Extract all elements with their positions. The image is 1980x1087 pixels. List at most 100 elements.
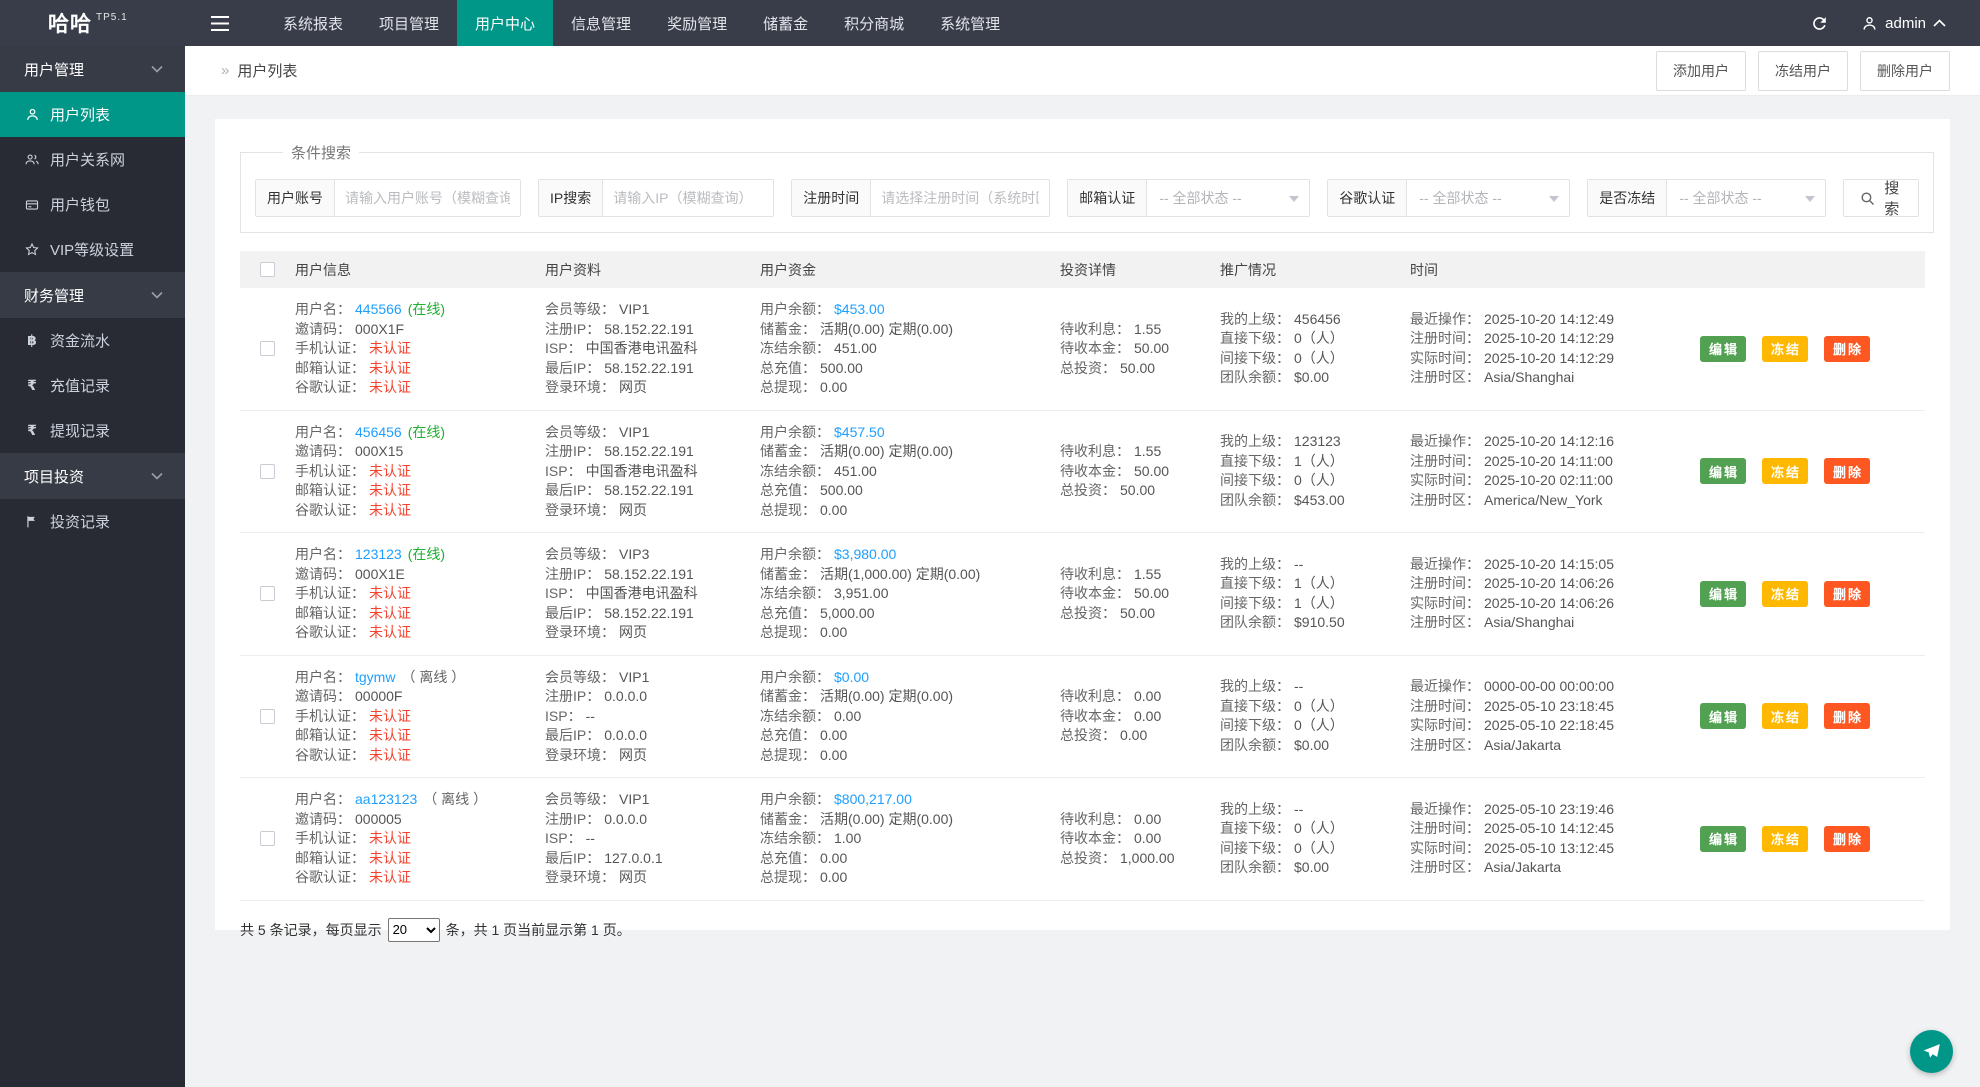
- email-cert-filter-select[interactable]: -- 全部状态 --: [1147, 180, 1309, 216]
- edit-button[interactable]: 编辑: [1700, 458, 1746, 485]
- freeze-user-button[interactable]: 冻结用户: [1758, 50, 1848, 91]
- real-time: 2025-05-10 22:18:45: [1484, 717, 1614, 734]
- delete-user-button[interactable]: 删除用户: [1860, 50, 1950, 91]
- frozen-balance-line: 冻结余额： 451.00: [760, 462, 1060, 482]
- email-cert-status-label: 邮箱认证：: [295, 359, 365, 376]
- select-all-checkbox[interactable]: [260, 262, 275, 277]
- direct-downline: 1（人）: [1294, 452, 1344, 469]
- sidebar-item-用户列表[interactable]: 用户列表: [0, 92, 185, 137]
- invite-code-line: 邀请码： 000X1E: [295, 565, 545, 585]
- row-checkbox[interactable]: [260, 708, 275, 724]
- direct-downline: 0（人）: [1294, 330, 1344, 347]
- savings-amount-label: 储蓄金：: [760, 320, 816, 337]
- pending-principal: 0.00: [1134, 830, 1162, 846]
- sidebar-group-1[interactable]: 用户管理: [0, 46, 185, 92]
- google-cert-filter-select[interactable]: -- 全部状态 --: [1407, 180, 1569, 216]
- username-link[interactable]: 123123: [355, 546, 402, 562]
- floating-action-button[interactable]: [1910, 1030, 1953, 1073]
- search-button[interactable]: 搜 索: [1843, 179, 1920, 218]
- invite-code: 000X15: [355, 443, 404, 459]
- sidebar-item-资金流水[interactable]: ฿ 资金流水: [0, 318, 185, 363]
- freeze-button[interactable]: 冻结: [1762, 825, 1808, 852]
- delete-button[interactable]: 删除: [1824, 458, 1870, 485]
- username-link[interactable]: 445566: [355, 301, 402, 317]
- register-ip-label: 注册IP：: [545, 320, 601, 337]
- delete-button[interactable]: 删除: [1824, 825, 1870, 852]
- username-link[interactable]: aa123123: [355, 791, 417, 807]
- nav-item-2[interactable]: 项目管理: [361, 0, 457, 46]
- delete-button[interactable]: 删除: [1824, 335, 1870, 362]
- nav-item-5[interactable]: 奖励管理: [649, 0, 745, 46]
- freeze-button[interactable]: 冻结: [1762, 703, 1808, 730]
- email-cert-status: 未认证: [369, 604, 411, 621]
- freeze-button[interactable]: 冻结: [1762, 335, 1808, 362]
- isp-name-label: ISP：: [545, 830, 582, 846]
- username-link-line: 用户名： 123123 (在线): [295, 545, 545, 565]
- invite-code-label: 邀请码：: [295, 443, 351, 459]
- nav-item-7[interactable]: 积分商城: [826, 0, 922, 46]
- user-balance: $457.50: [834, 423, 885, 440]
- edit-button[interactable]: 编辑: [1700, 580, 1746, 607]
- row-checkbox[interactable]: [260, 586, 275, 602]
- real-time-line: 实际时间： 2025-10-20 14:06:26: [1410, 594, 1700, 614]
- indirect-downline-label: 间接下级：: [1220, 472, 1290, 489]
- real-time-label: 实际时间：: [1410, 717, 1480, 734]
- username-link[interactable]: tgymw: [355, 669, 395, 685]
- row-checkbox-cell: [240, 341, 295, 357]
- page-size-select[interactable]: 20: [387, 917, 440, 942]
- real-time-label: 实际时间：: [1410, 349, 1480, 366]
- promotion-cell: 我的上级： 123123 直接下级： 1（人） 间接下级： 0（人） 团队余额： $453.0…: [1220, 432, 1410, 510]
- add-user-button[interactable]: 添加用户: [1656, 50, 1746, 91]
- hamburger-icon[interactable]: [185, 0, 255, 46]
- member-level-label: 会员等级：: [545, 423, 615, 440]
- edit-button[interactable]: 编辑: [1700, 335, 1746, 362]
- register-time: 2025-10-20 14:06:26: [1484, 575, 1614, 592]
- sidebar-item-用户钱包[interactable]: 用户钱包: [0, 182, 185, 227]
- delete-button[interactable]: 删除: [1824, 580, 1870, 607]
- sidebar-item-提现记录[interactable]: ₹ 提现记录: [0, 408, 185, 453]
- username-link[interactable]: 456456: [355, 424, 402, 440]
- row-checkbox[interactable]: [260, 463, 275, 479]
- sidebar-group-label: 财务管理: [24, 287, 85, 305]
- phone-cert-status-line: 手机认证： 未认证: [295, 829, 545, 849]
- sidebar-item-label: 提现记录: [50, 423, 111, 440]
- nav-item-6[interactable]: 储蓄金: [745, 0, 826, 46]
- sidebar-item-label: 投资记录: [50, 514, 111, 531]
- delete-button[interactable]: 删除: [1824, 703, 1870, 730]
- user-profile-cell: 会员等级： VIP1 注册IP： 58.152.22.191 ISP： 中国香港电讯盈科最…: [545, 423, 760, 521]
- refresh-icon[interactable]: [1791, 0, 1847, 46]
- email-cert-status: 未认证: [369, 359, 411, 376]
- register-time-picker-input[interactable]: [871, 180, 1050, 216]
- freeze-button[interactable]: 冻结: [1762, 458, 1808, 485]
- nav-item-8[interactable]: 系统管理: [922, 0, 1018, 46]
- row-checkbox-cell: [240, 586, 295, 602]
- sidebar-group-3[interactable]: 项目投资: [0, 453, 185, 499]
- edit-button[interactable]: 编辑: [1700, 825, 1746, 852]
- pending-principal-line: 待收本金： 0.00: [1060, 707, 1220, 727]
- nav-item-3[interactable]: 用户中心: [457, 0, 554, 46]
- sidebar-item-用户关系网[interactable]: 用户关系网: [0, 137, 185, 182]
- edit-button[interactable]: 编辑: [1700, 703, 1746, 730]
- sidebar-item-充值记录[interactable]: ₹ 充值记录: [0, 363, 185, 408]
- nav-item-1[interactable]: 系统报表: [265, 0, 361, 46]
- row-checkbox[interactable]: [260, 831, 275, 847]
- column-header-1: 用户信息: [295, 261, 351, 278]
- frozen-filter-select[interactable]: -- 全部状态 --: [1667, 180, 1825, 216]
- last-ip-line: 最后IP： 127.0.0.1: [545, 849, 760, 869]
- register-time-line: 注册时间： 2025-10-20 14:06:26: [1410, 574, 1700, 594]
- search-legend: 条件搜索: [291, 145, 352, 162]
- row-checkbox[interactable]: [260, 341, 275, 357]
- user-info-cell: 用户名： 123123 (在线) 邀请码： 000X1E 手机认证： 未认证 邮箱认证： 未认证…: [295, 545, 545, 643]
- total-withdraw: 0.00: [820, 624, 848, 640]
- sidebar-item-投资记录[interactable]: 投资记录: [0, 499, 185, 544]
- sidebar-group-2[interactable]: 财务管理: [0, 272, 185, 318]
- nav-item-4[interactable]: 信息管理: [553, 0, 649, 46]
- freeze-button[interactable]: 冻结: [1762, 580, 1808, 607]
- ip-search-input[interactable]: [603, 180, 774, 216]
- sidebar-item-VIP等级设置[interactable]: VIP等级设置: [0, 227, 185, 272]
- pending-interest: 1.55: [1134, 320, 1162, 337]
- account-search-input[interactable]: [335, 180, 520, 216]
- google-cert-status-line: 谷歌认证： 未认证: [295, 623, 545, 643]
- user-menu[interactable]: admin: [1847, 0, 1980, 46]
- phone-cert-status-label: 手机认证：: [295, 830, 365, 846]
